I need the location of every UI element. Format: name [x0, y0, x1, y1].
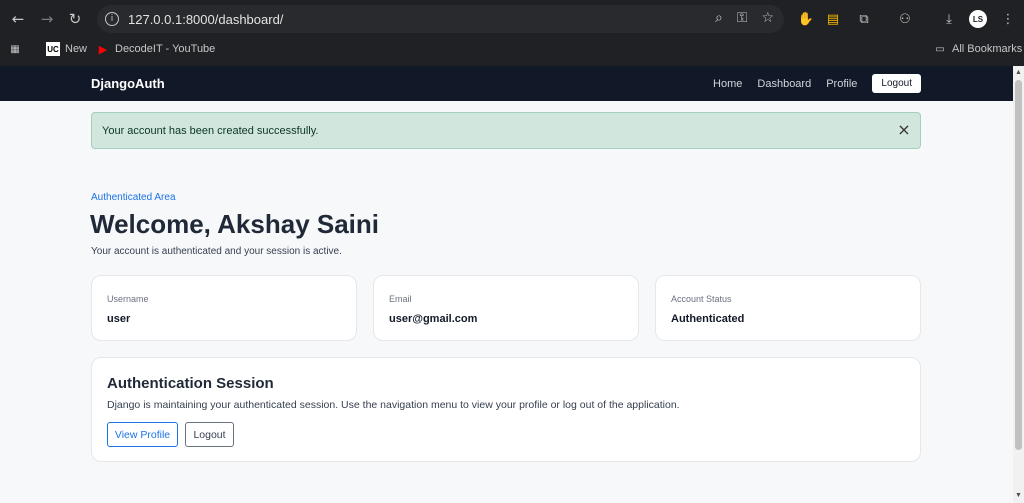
folder-icon: ▭	[935, 43, 945, 55]
site-info-icon[interactable]: i	[105, 12, 119, 26]
nav-profile[interactable]: Profile	[826, 78, 857, 90]
session-description: Django is maintaining your authenticated…	[107, 399, 680, 411]
site-navbar: DjangoAuth Home Dashboard Profile Logout	[0, 66, 1013, 101]
scroll-down-icon[interactable]: ▼	[1015, 492, 1022, 500]
bookmark-youtube[interactable]: ▶ DecodeIT - YouTube	[96, 42, 216, 56]
page-scrollbar[interactable]: ▲ ▼	[1013, 66, 1024, 503]
bookmark-label: DecodeIT - YouTube	[115, 43, 216, 55]
card-label: Email	[389, 294, 412, 304]
success-alert: Your account has been created successful…	[91, 112, 921, 149]
extensions-icon[interactable]: ⧉	[855, 10, 873, 28]
all-bookmarks-label: All Bookmarks	[952, 43, 1023, 55]
session-panel: Authentication Session Django is maintai…	[91, 357, 921, 462]
download-icon[interactable]: ⤓	[940, 10, 958, 28]
session-title: Authentication Session	[107, 375, 274, 392]
card-value: user	[107, 313, 131, 325]
star-icon[interactable]: ☆	[761, 10, 774, 26]
close-icon[interactable]: ×	[897, 122, 911, 138]
alert-message: Your account has been created successful…	[102, 124, 319, 137]
scroll-up-icon[interactable]: ▲	[1015, 69, 1022, 77]
nav-dashboard[interactable]: Dashboard	[757, 78, 811, 90]
menu-icon[interactable]: ⋮	[999, 10, 1017, 28]
reload-icon[interactable]: ↻	[65, 9, 85, 29]
toolbar: ← → ↻ i 127.0.0.1:8000/dashboard/ ⌕ ⚿ ☆ …	[0, 0, 1024, 38]
page-content: DjangoAuth Home Dashboard Profile Logout…	[0, 66, 1013, 503]
apps-grid-icon[interactable]: ▦	[8, 42, 22, 56]
email-card: Email user@gmail.com	[373, 275, 639, 341]
card-value: Authenticated	[671, 313, 745, 325]
account-status-card: Account Status Authenticated	[655, 275, 921, 341]
logout-button[interactable]: Logout	[185, 422, 234, 447]
back-arrow-icon[interactable]: ←	[8, 9, 28, 29]
scrollbar-thumb[interactable]	[1015, 80, 1022, 450]
youtube-icon: ▶	[98, 43, 108, 56]
card-label: Username	[107, 294, 149, 304]
card-value: user@gmail.com	[389, 313, 478, 325]
browser-chrome: ← → ↻ i 127.0.0.1:8000/dashboard/ ⌕ ⚿ ☆ …	[0, 0, 1024, 66]
nav-logout-button[interactable]: Logout	[872, 74, 921, 93]
bookmark-new[interactable]: UC New	[46, 42, 87, 56]
page-title: Welcome, Akshay Saini	[90, 209, 380, 239]
all-bookmarks[interactable]: ▭ All Bookmarks	[933, 42, 1022, 56]
nav-links: Home Dashboard Profile Logout	[713, 74, 921, 93]
profile-avatar[interactable]: LS	[969, 10, 987, 28]
eyebrow-label: Authenticated Area	[91, 192, 176, 203]
key-icon[interactable]: ⚿	[737, 10, 748, 26]
zoom-icon[interactable]: ⌕	[715, 10, 723, 26]
adblock-extension-icon[interactable]: ✋	[797, 10, 815, 28]
incognito-icon[interactable]: ⚇	[896, 10, 914, 28]
uc-icon: UC	[46, 42, 60, 56]
card-label: Account Status	[671, 294, 732, 304]
notes-extension-icon[interactable]: ▤	[824, 10, 842, 28]
bookmark-label: New	[65, 43, 88, 55]
page-subtitle: Your account is authenticated and your s…	[91, 246, 342, 257]
username-card: Username user	[91, 275, 357, 341]
brand-logo[interactable]: DjangoAuth	[91, 76, 165, 91]
view-profile-button[interactable]: View Profile	[107, 422, 178, 447]
forward-arrow-icon[interactable]: →	[37, 9, 57, 29]
bookmarks-bar: ▦ UC New ▶ DecodeIT - YouTube ▭ All Book…	[0, 38, 1024, 60]
nav-home[interactable]: Home	[713, 78, 742, 90]
url-text: 127.0.0.1:8000/dashboard/	[128, 11, 284, 27]
address-bar[interactable]: i 127.0.0.1:8000/dashboard/ ⌕ ⚿ ☆	[97, 5, 784, 33]
